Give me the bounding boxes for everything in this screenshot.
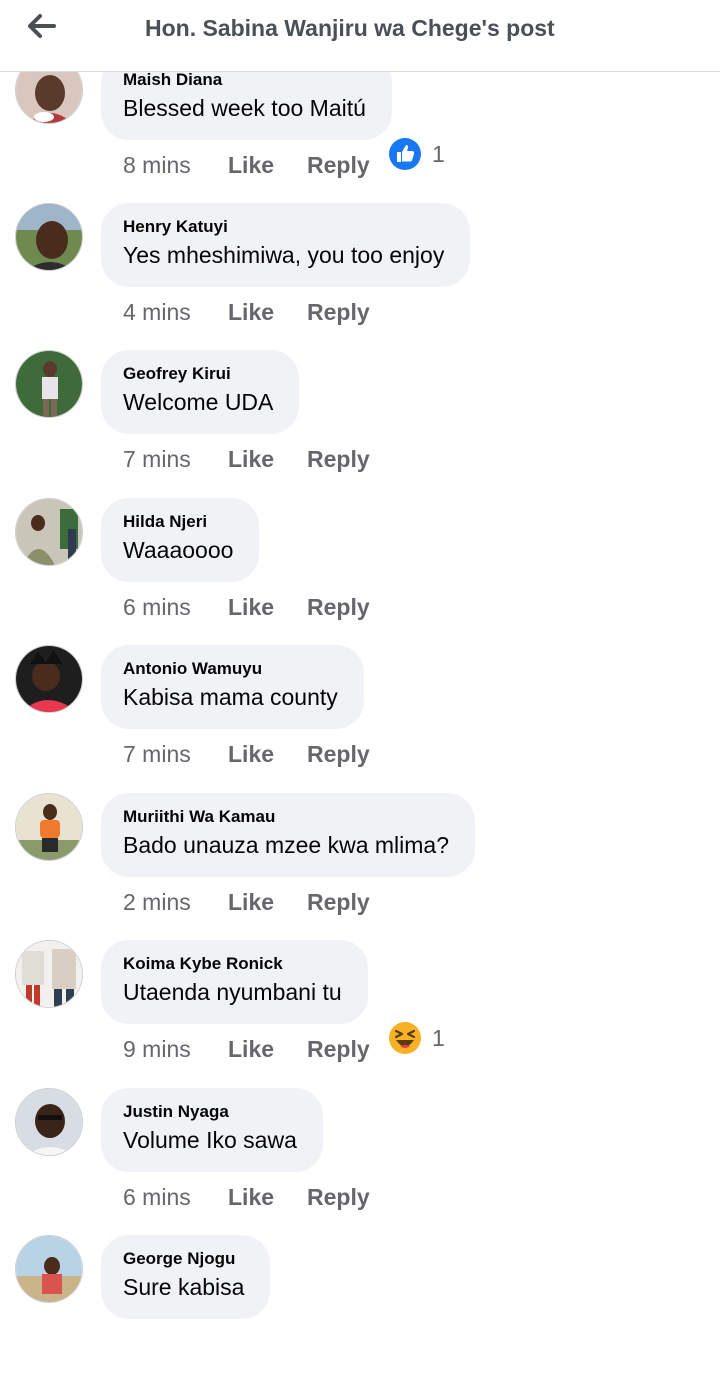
like-button[interactable]: Like [228,594,274,621]
comment-text: Sure kabisa [123,1274,245,1300]
comment-text: Kabisa mama county [123,684,338,710]
comment-time[interactable]: 2 mins [123,889,191,916]
comment-item: Muriithi Wa Kamau Bado unauza mzee kwa m… [0,793,720,940]
reply-button[interactable]: Reply [307,594,370,621]
comments-list: Maish Diana Blessed week too Maitú 8 min… [0,0,720,1340]
comment-bubble[interactable]: Koima Kybe Ronick Utaenda nyumbani tu [101,940,368,1024]
arrow-left-icon [28,14,56,38]
comment-time[interactable]: 9 mins [123,1036,191,1063]
reply-button[interactable]: Reply [307,1184,370,1211]
comment-time[interactable]: 4 mins [123,299,191,326]
comment-author[interactable]: George Njogu [123,1249,244,1269]
comment-bubble[interactable]: Hilda Njeri Waaaoooo [101,498,260,582]
comment-item: Koima Kybe Ronick Utaenda nyumbani tu 9 … [0,940,720,1087]
comment-time[interactable]: 7 mins [123,741,191,768]
reaction-summary[interactable]: 1 [388,137,445,171]
like-button[interactable]: Like [228,299,274,326]
reply-button[interactable]: Reply [307,299,370,326]
back-button[interactable] [24,10,60,42]
reply-button[interactable]: Reply [307,446,370,473]
comment-bubble[interactable]: Geofrey Kirui Welcome UDA [101,350,300,434]
reaction-summary[interactable]: 1 [388,1021,445,1055]
comment-author[interactable]: Hilda Njeri [123,512,233,532]
comment-item: Henry Katuyi Yes mheshimiwa, you too enj… [0,203,720,350]
comment-text: Welcome UDA [123,389,274,415]
like-button[interactable]: Like [228,889,274,916]
avatar[interactable] [15,793,83,861]
reaction-count: 1 [432,1024,445,1051]
avatar[interactable] [15,203,83,271]
comment-bubble[interactable]: Antonio Wamuyu Kabisa mama county [101,645,364,729]
like-button[interactable]: Like [228,741,274,768]
comment-item: Justin Nyaga Volume Iko sawa 6 mins Like… [0,1088,720,1235]
comment-text: Bado unauza mzee kwa mlima? [123,832,449,858]
comment-text: Blessed week too Maitú [123,95,366,121]
avatar[interactable] [15,498,83,566]
comment-bubble[interactable]: Justin Nyaga Volume Iko sawa [101,1088,323,1172]
comment-author[interactable]: Justin Nyaga [123,1102,297,1122]
page-title: Hon. Sabina Wanjiru wa Chege's post [145,15,555,41]
comment-time[interactable]: 6 mins [123,594,191,621]
comment-text: Utaenda nyumbani tu [123,979,342,1005]
avatar[interactable] [15,645,83,713]
comment-author[interactable]: Koima Kybe Ronick [123,954,342,974]
like-reaction-icon [389,138,421,170]
comment-time[interactable]: 6 mins [123,1184,191,1211]
comment-author[interactable]: Maish Diana [123,70,366,90]
avatar[interactable] [15,350,83,418]
reaction-count: 1 [432,140,445,167]
avatar[interactable] [15,1235,83,1303]
comment-bubble[interactable]: Henry Katuyi Yes mheshimiwa, you too enj… [101,203,471,287]
comment-item: Maish Diana Blessed week too Maitú 8 min… [0,56,720,203]
comment-author[interactable]: Henry Katuyi [123,217,444,237]
comment-author[interactable]: Geofrey Kirui [123,364,273,384]
reply-button[interactable]: Reply [307,1036,370,1063]
comment-text: Waaaoooo [123,537,234,563]
haha-reaction-icon [389,1022,421,1054]
comment-item: Hilda Njeri Waaaoooo 6 mins Like Reply [0,498,720,645]
comment-text: Volume Iko sawa [123,1127,297,1153]
comment-author[interactable]: Antonio Wamuyu [123,659,338,679]
comment-bubble[interactable]: Muriithi Wa Kamau Bado unauza mzee kwa m… [101,793,475,877]
like-button[interactable]: Like [228,152,274,179]
reply-button[interactable]: Reply [307,741,370,768]
comment-item: Antonio Wamuyu Kabisa mama county 7 mins… [0,645,720,792]
like-button[interactable]: Like [228,446,274,473]
comment-item: Geofrey Kirui Welcome UDA 7 mins Like Re… [0,350,720,497]
avatar[interactable] [15,1088,83,1156]
comment-bubble[interactable]: George Njogu Sure kabisa [101,1235,271,1319]
comment-time[interactable]: 7 mins [123,446,191,473]
comment-time[interactable]: 8 mins [123,152,191,179]
comment-text: Yes mheshimiwa, you too enjoy [123,242,445,268]
app-header: Hon. Sabina Wanjiru wa Chege's post [0,0,720,72]
comment-author[interactable]: Muriithi Wa Kamau [123,807,449,827]
comment-item: George Njogu Sure kabisa [0,1235,720,1382]
reply-button[interactable]: Reply [307,152,370,179]
like-button[interactable]: Like [228,1184,274,1211]
avatar[interactable] [15,940,83,1008]
reply-button[interactable]: Reply [307,889,370,916]
like-button[interactable]: Like [228,1036,274,1063]
